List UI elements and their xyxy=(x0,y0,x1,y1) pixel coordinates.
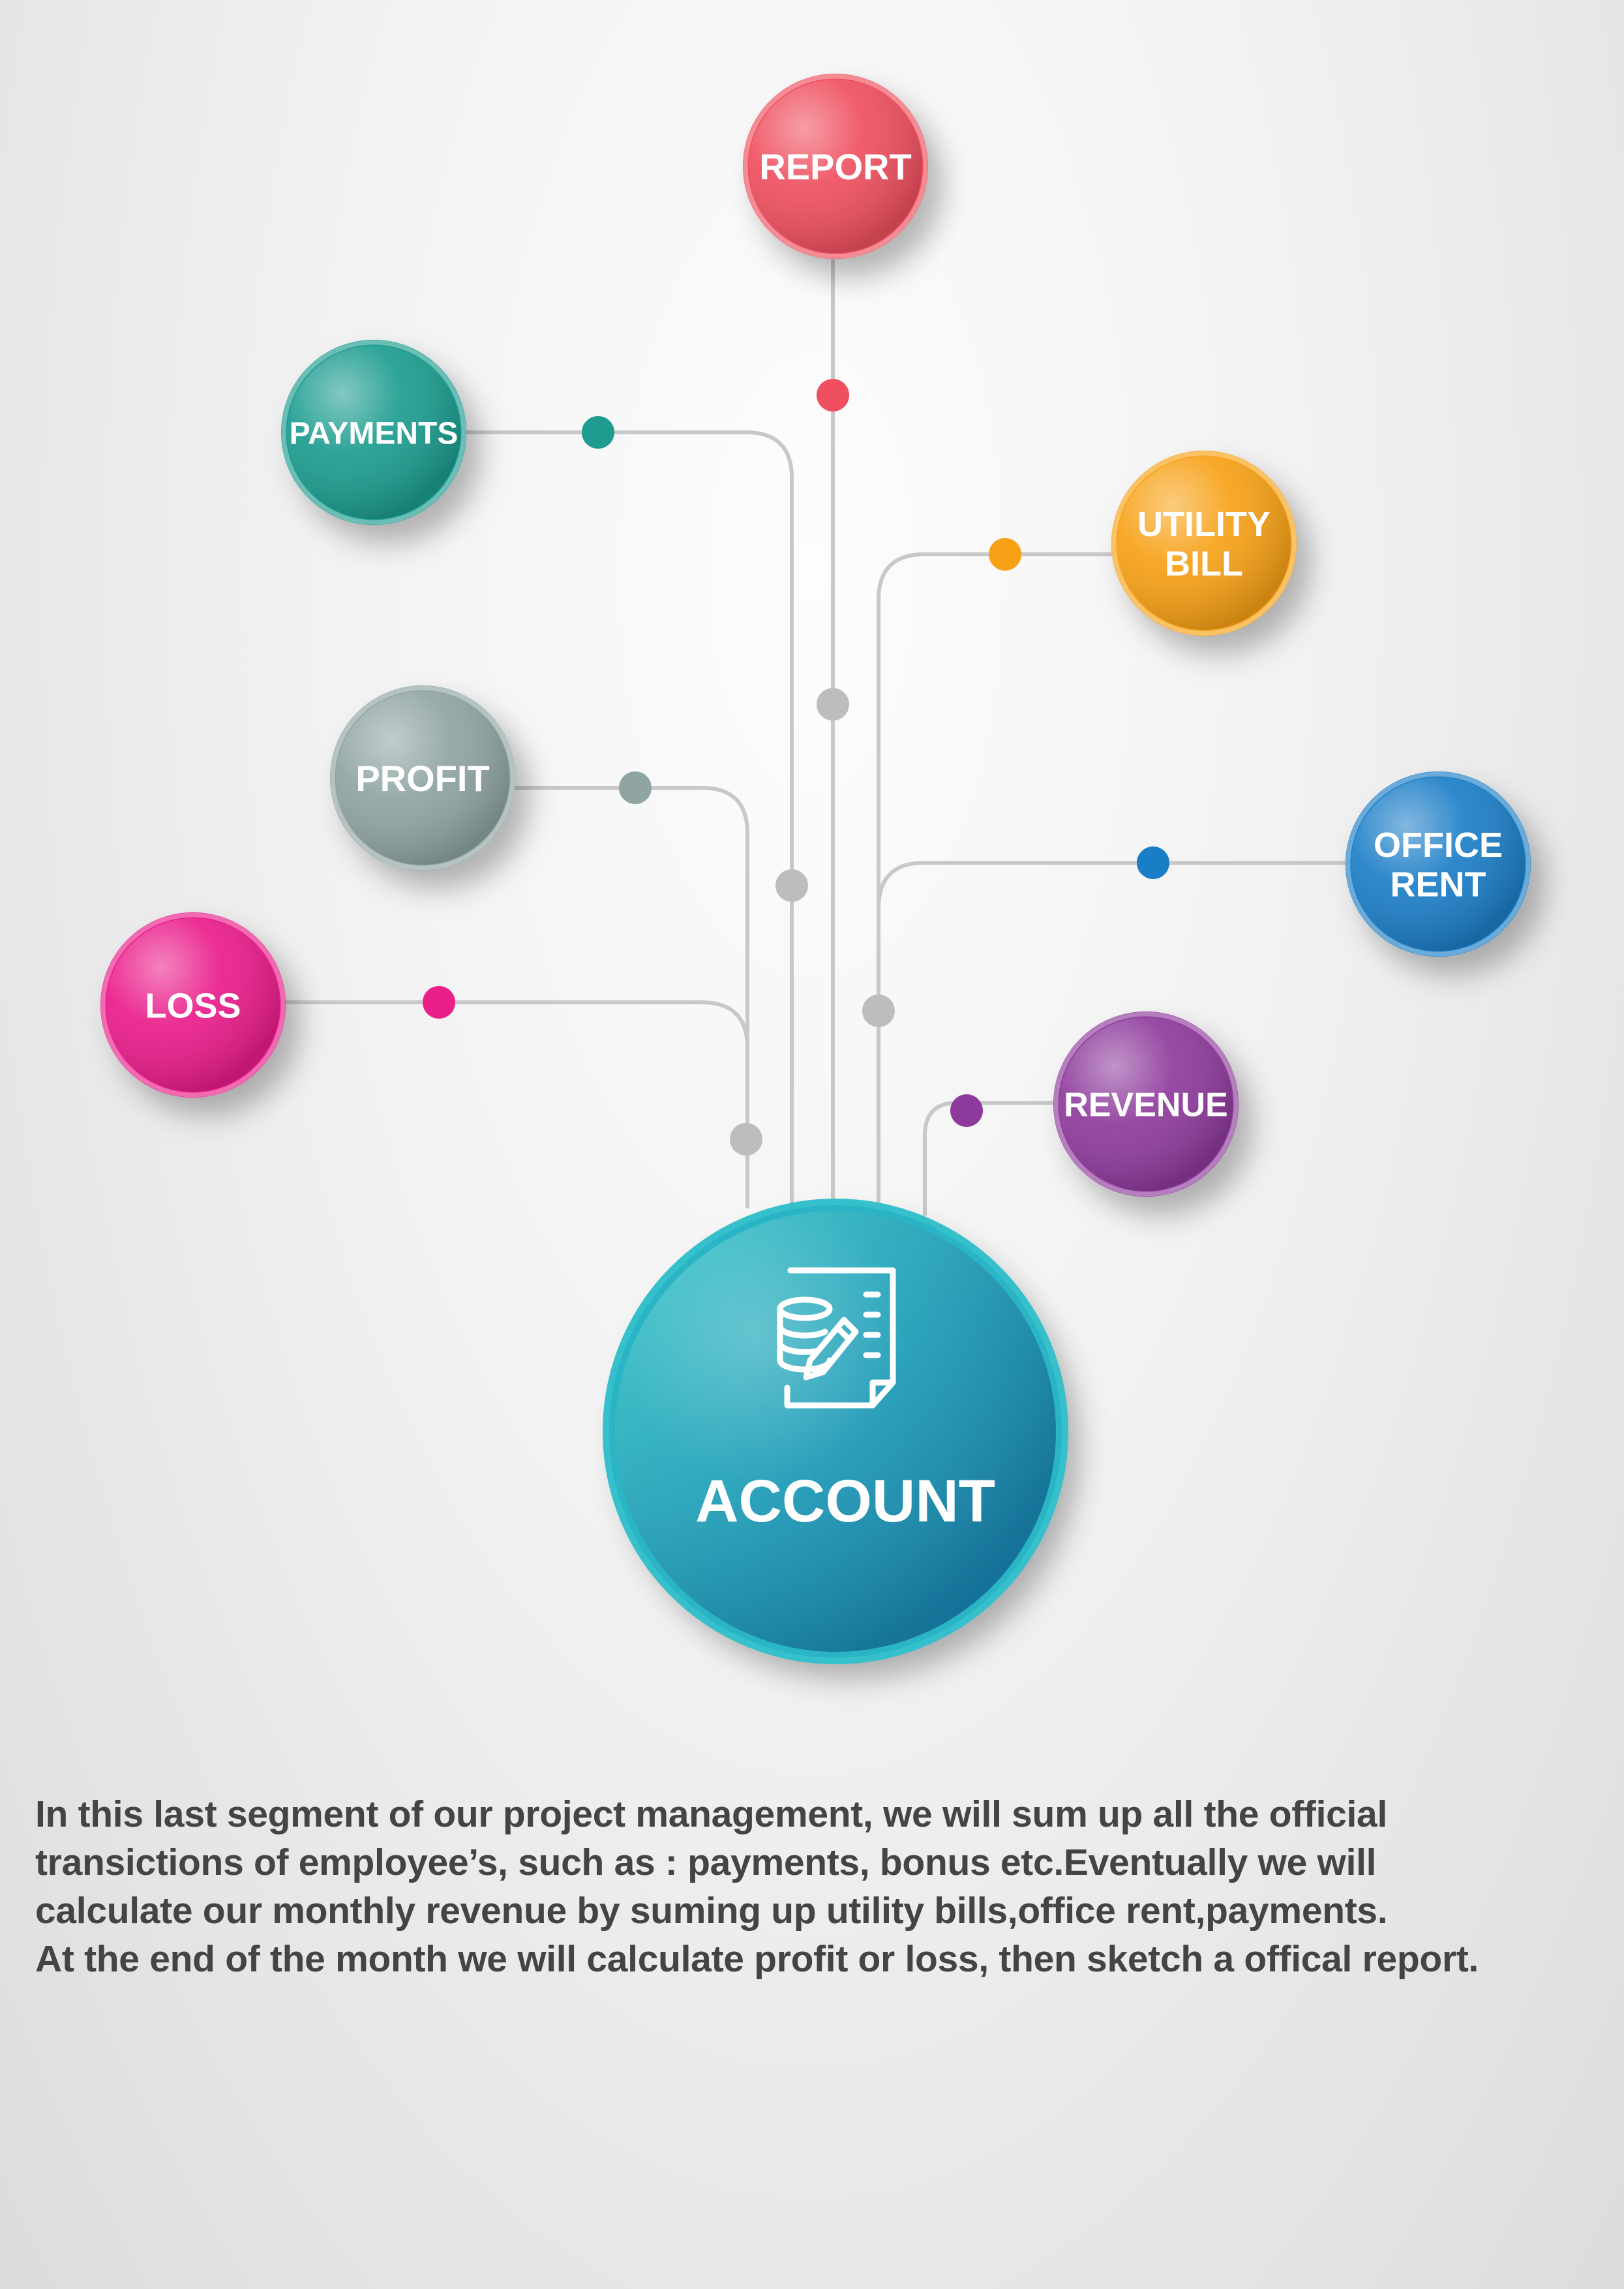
revenue-connector xyxy=(923,1101,1055,1216)
payments-connector xyxy=(464,430,794,1208)
office-rent-label: RENT xyxy=(1391,865,1486,905)
utility-bill-label: BILL xyxy=(1165,545,1243,584)
report-connector-dot xyxy=(817,379,849,411)
payments-connector-dot xyxy=(775,869,808,902)
description-line: transictions of employee’s, such as : pa… xyxy=(35,1842,1377,1883)
payments-connector-dot xyxy=(582,416,614,449)
office-rent-connector-dot xyxy=(1137,846,1169,879)
loss-label: LOSS xyxy=(145,986,241,1025)
profit-connector xyxy=(513,786,749,1208)
revenue-connector-dot xyxy=(950,1094,983,1127)
report-connector-dot xyxy=(817,688,849,721)
description-paragraph: In this last segment of our project mana… xyxy=(35,1790,1601,1983)
utility-bill-connector-dot xyxy=(989,538,1021,571)
loss-connector-dot xyxy=(423,986,455,1019)
utility-bill-node[interactable]: UTILITYBILL xyxy=(1111,451,1297,636)
profit-connector-dot xyxy=(730,1123,762,1156)
account-node[interactable]: ACCOUNT xyxy=(603,1199,1068,1664)
profit-connector-dot xyxy=(619,771,652,804)
description-line: At the end of the month we will calculat… xyxy=(35,1938,1479,1980)
report-node[interactable]: REPORT xyxy=(743,74,928,259)
office-rent-label: OFFICE xyxy=(1374,826,1503,865)
report-label: REPORT xyxy=(759,146,911,187)
office-rent-connector-dot xyxy=(862,995,895,1027)
profit-node[interactable]: PROFIT xyxy=(330,685,515,871)
account-label: ACCOUNT xyxy=(695,1468,995,1534)
loss-node[interactable]: LOSS xyxy=(100,912,286,1098)
loss-connector xyxy=(284,1000,749,1208)
office-rent-node[interactable]: OFFICERENT xyxy=(1346,771,1531,957)
revenue-node[interactable]: REVENUE xyxy=(1053,1011,1239,1197)
category-nodes: REPORT PAYMENTS UTILITYBILL PROFIT OFFICEREN… xyxy=(100,74,1531,1197)
profit-label: PROFIT xyxy=(355,758,489,799)
revenue-label: REVENUE xyxy=(1064,1086,1227,1124)
payments-node[interactable]: PAYMENTS xyxy=(281,340,466,525)
connector-dots xyxy=(423,379,1169,1156)
description-line: In this last segment of our project mana… xyxy=(35,1793,1387,1835)
description-line: calculate our monthly revenue by suming … xyxy=(35,1890,1388,1932)
utility-bill-label: UTILITY xyxy=(1137,505,1271,544)
payments-label: PAYMENTS xyxy=(290,416,459,451)
